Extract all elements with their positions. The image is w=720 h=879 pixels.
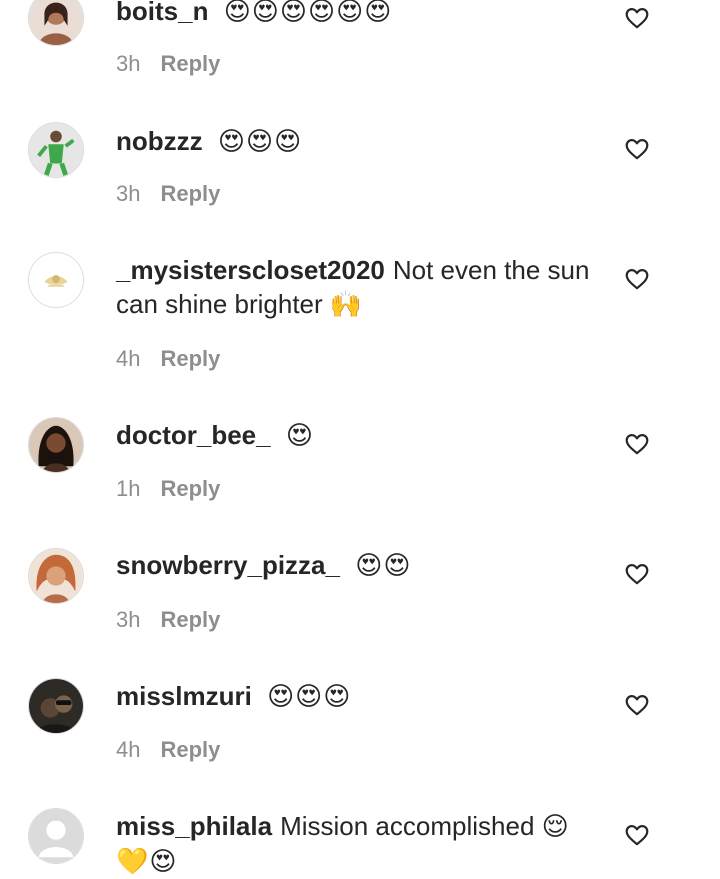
comment-emoji: 😍😍 — [355, 551, 412, 581]
comment-username[interactable]: snowberry_pizza_ — [116, 550, 340, 580]
comment-username[interactable]: nobzzz — [116, 126, 203, 156]
like-heart-icon[interactable] — [624, 692, 650, 718]
comment-text: doctor_bee_ 😍 — [116, 418, 596, 453]
comment-text: misslmzuri 😍😍😍 — [116, 679, 596, 714]
avatar[interactable] — [28, 548, 84, 604]
reply-button[interactable]: Reply — [160, 607, 220, 632]
comment-time: 4h — [116, 346, 141, 371]
avatar[interactable] — [28, 678, 84, 734]
comment-username[interactable]: boits_n — [116, 0, 208, 26]
reply-button[interactable]: Reply — [160, 346, 220, 371]
comment-username[interactable]: _mysisterscloset2020 — [116, 255, 385, 285]
comment-time: 3h — [116, 181, 141, 206]
comment-time: 1h — [116, 476, 141, 501]
comment-time: 4h — [116, 737, 141, 762]
comment-time: 3h — [116, 607, 141, 632]
comment-text: nobzzz 😍😍😍 — [116, 124, 596, 159]
reply-button[interactable]: Reply — [160, 51, 220, 76]
comment-text: miss_philala Mission accomplished 😌 💛😍 — [116, 809, 596, 879]
comment-username[interactable]: doctor_bee_ — [116, 420, 271, 450]
comment-meta: 4h Reply — [116, 736, 220, 764]
avatar[interactable] — [28, 252, 84, 308]
comment-time: 3h — [116, 51, 141, 76]
avatar[interactable] — [28, 808, 84, 864]
comment-message: Mission accomplished — [280, 811, 535, 841]
avatar[interactable] — [28, 417, 84, 473]
like-heart-icon[interactable] — [624, 5, 650, 31]
like-heart-icon[interactable] — [624, 431, 650, 457]
comment-username[interactable]: misslmzuri — [116, 681, 252, 711]
comment-emoji: 😍 — [285, 421, 314, 451]
like-heart-icon[interactable] — [624, 136, 650, 162]
comment-emoji: 🙌 — [329, 290, 364, 320]
comment-meta: 3h Reply — [116, 606, 220, 634]
avatar[interactable] — [28, 0, 84, 46]
like-heart-icon[interactable] — [624, 561, 650, 587]
comment-username[interactable]: miss_philala — [116, 811, 272, 841]
comment-meta: 3h Reply — [116, 180, 220, 208]
comment-meta: 3h Reply — [116, 50, 220, 78]
comment-emoji: 😍😍😍 — [217, 127, 303, 157]
comment-text: boits_n 😍😍😍😍😍😍 — [116, 0, 596, 29]
like-heart-icon[interactable] — [624, 266, 650, 292]
comment-meta: 1h Reply — [116, 475, 220, 503]
comment-emoji: 😍😍😍😍😍😍 — [223, 0, 393, 27]
comment-text: _mysisterscloset2020 Not even the sun can… — [116, 253, 596, 322]
reply-button[interactable]: Reply — [160, 476, 220, 501]
comment-emoji: 😍😍😍 — [267, 682, 352, 712]
comment-text: snowberry_pizza_ 😍😍 — [116, 548, 596, 583]
like-heart-icon[interactable] — [624, 822, 650, 848]
comment-meta: 4h Reply — [116, 345, 220, 373]
avatar[interactable] — [28, 122, 84, 178]
reply-button[interactable]: Reply — [160, 737, 220, 762]
reply-button[interactable]: Reply — [160, 181, 220, 206]
